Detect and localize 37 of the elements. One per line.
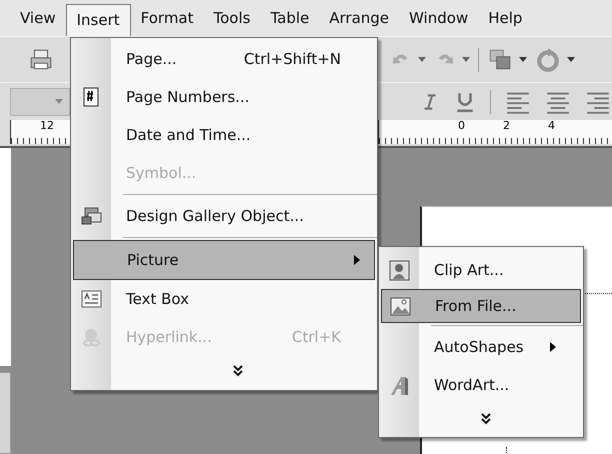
menu-item[interactable]: Text Box — [73, 280, 375, 318]
clip-art-icon — [388, 258, 410, 282]
menu-item[interactable]: Arrange — [319, 3, 400, 33]
menu-item[interactable]: View — [10, 3, 66, 33]
menu-item[interactable]: Table — [260, 3, 320, 33]
submenu-arrow-icon — [354, 255, 360, 265]
chevron-down-icon[interactable] — [481, 413, 491, 425]
ruler-number: 2 — [502, 120, 511, 132]
menu-item[interactable]: Clip Art... — [381, 251, 581, 289]
align-left-icon[interactable] — [505, 90, 531, 114]
caret-icon[interactable] — [462, 56, 470, 62]
chevron-down-icon[interactable] — [233, 365, 243, 377]
text-box-icon — [80, 288, 102, 310]
gallery-icon — [80, 204, 102, 228]
menu-item[interactable]: Page Numbers... — [73, 78, 375, 116]
align-right-icon[interactable] — [585, 90, 611, 114]
align-center-icon[interactable] — [545, 90, 571, 114]
menu-item[interactable]: Format — [130, 3, 204, 33]
menu-item[interactable]: AutoShapes — [381, 328, 581, 366]
menu-item[interactable]: Help — [478, 3, 532, 33]
menu-item[interactable]: Date and Time... — [73, 116, 375, 154]
submenu-arrow-icon — [550, 342, 556, 352]
ruler-number: 12 — [39, 120, 55, 132]
caret-icon[interactable] — [418, 56, 426, 62]
menu-item[interactable]: From File... — [381, 289, 581, 323]
menu-item[interactable]: Design Gallery Object... — [73, 197, 375, 235]
menu-item[interactable]: Window — [399, 3, 478, 33]
ruler-number: 0 — [457, 120, 466, 132]
menu-item[interactable]: Tools — [204, 3, 260, 33]
caret-icon[interactable] — [567, 56, 575, 62]
ruler-number: 4 — [547, 120, 556, 132]
menu-item[interactable]: Picture — [73, 240, 375, 280]
caret-icon[interactable] — [519, 56, 527, 62]
image-icon — [388, 294, 412, 318]
menu-item[interactable]: Insert — [66, 4, 131, 36]
rotate-icon[interactable] — [535, 46, 561, 72]
menu-item[interactable]: WordArt... — [381, 366, 581, 404]
